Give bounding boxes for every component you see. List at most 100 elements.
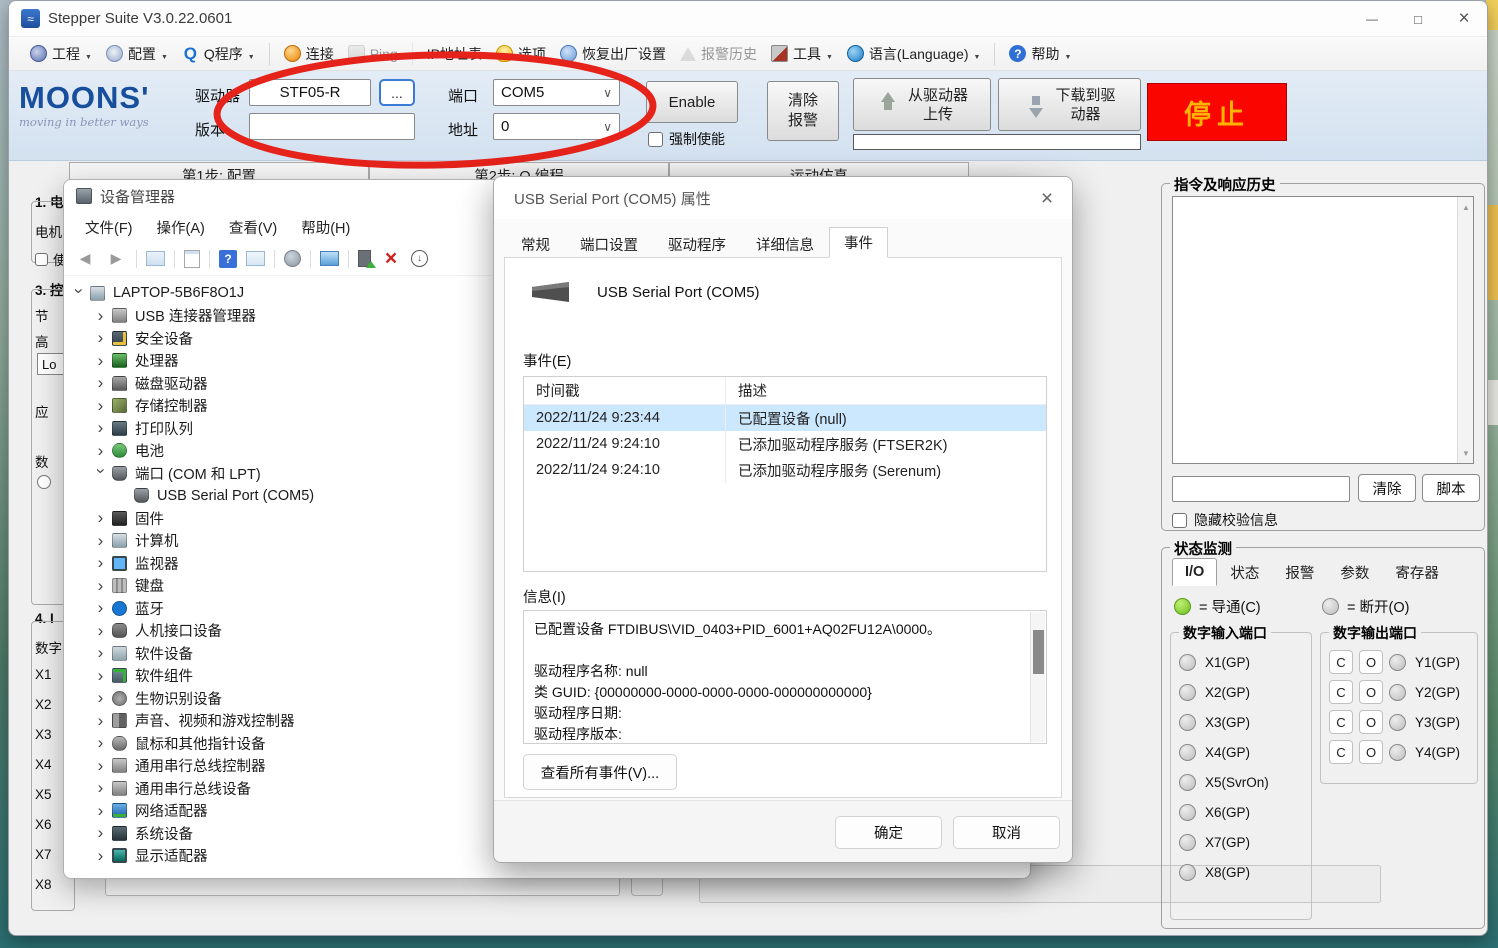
dialog-tab[interactable]: 端口设置 bbox=[565, 230, 653, 258]
expander-icon[interactable] bbox=[92, 621, 109, 641]
expander-icon[interactable] bbox=[92, 328, 109, 348]
add-driver-icon[interactable] bbox=[358, 250, 371, 267]
status-tab[interactable]: I/O bbox=[1172, 558, 1217, 586]
clear-history-button[interactable]: 清除 bbox=[1358, 474, 1416, 502]
command-input[interactable] bbox=[1172, 476, 1350, 502]
expander-icon[interactable] bbox=[92, 508, 109, 528]
scroll-up-icon[interactable] bbox=[1458, 199, 1474, 215]
enable-button[interactable]: Enable bbox=[646, 81, 738, 123]
dialog-close-icon[interactable] bbox=[1026, 181, 1068, 217]
toolbar-item[interactable]: IP地址表 bbox=[420, 40, 489, 68]
history-textarea[interactable] bbox=[1172, 196, 1474, 464]
expander-icon[interactable] bbox=[92, 418, 109, 438]
scan-hardware-icon[interactable] bbox=[320, 251, 339, 266]
navigate-window-icon[interactable] bbox=[146, 251, 165, 266]
menu-item[interactable]: 文件(F) bbox=[74, 214, 144, 241]
uninstall-device-icon[interactable] bbox=[380, 248, 402, 270]
properties-icon[interactable] bbox=[184, 250, 200, 268]
expander-icon[interactable] bbox=[92, 823, 109, 843]
expander-icon[interactable] bbox=[92, 463, 109, 483]
update-driver-icon[interactable] bbox=[284, 250, 301, 267]
separator[interactable] bbox=[310, 250, 311, 268]
separator[interactable] bbox=[174, 250, 175, 268]
expander-icon[interactable] bbox=[92, 711, 109, 731]
history-scrollbar[interactable] bbox=[1457, 197, 1473, 463]
expander-icon[interactable] bbox=[92, 441, 109, 461]
separator[interactable] bbox=[274, 250, 275, 268]
expander-icon[interactable] bbox=[92, 643, 109, 663]
toolbar-item[interactable]: Q程序 bbox=[175, 40, 277, 68]
close-output-button[interactable]: C bbox=[1329, 680, 1353, 704]
close-output-button[interactable]: C bbox=[1329, 710, 1353, 734]
expander-icon[interactable] bbox=[92, 396, 109, 416]
scrollbar-thumb[interactable] bbox=[1033, 630, 1044, 674]
version-field[interactable] bbox=[249, 113, 415, 140]
separator[interactable] bbox=[348, 250, 349, 268]
download-to-drive-button[interactable]: 下载到驱动器 bbox=[998, 78, 1141, 131]
open-output-button[interactable]: O bbox=[1359, 740, 1383, 764]
back-icon[interactable] bbox=[74, 248, 96, 270]
force-enable-checkbox[interactable] bbox=[648, 132, 663, 147]
event-row[interactable]: 2022/11/24 9:24:10 已添加驱动程序服务 (FTSER2K) bbox=[524, 431, 1046, 457]
info-scrollbar[interactable] bbox=[1030, 612, 1045, 742]
view-all-events-button[interactable]: 查看所有事件(V)... bbox=[523, 754, 677, 790]
expander-icon[interactable] bbox=[92, 553, 109, 573]
maximize-button[interactable] bbox=[1395, 1, 1441, 37]
status-tab[interactable]: 寄存器 bbox=[1382, 558, 1452, 586]
address-select[interactable]: 0 bbox=[493, 113, 620, 140]
expander-icon[interactable] bbox=[92, 351, 109, 371]
separator[interactable] bbox=[209, 250, 210, 268]
toolbar-item[interactable]: 工程 bbox=[23, 40, 99, 68]
dialog-tab[interactable]: 常规 bbox=[506, 230, 565, 258]
separator[interactable] bbox=[136, 250, 137, 268]
dialog-tab[interactable]: 详细信息 bbox=[741, 230, 829, 258]
expander-icon[interactable] bbox=[92, 846, 109, 866]
expander-icon[interactable] bbox=[92, 778, 109, 798]
expander-icon[interactable] bbox=[92, 531, 109, 551]
status-tab[interactable]: 报警 bbox=[1272, 558, 1327, 586]
toolbar-item[interactable]: 工具 bbox=[764, 40, 840, 68]
expander-icon[interactable] bbox=[92, 666, 109, 686]
forward-icon[interactable] bbox=[105, 248, 127, 270]
expander-icon[interactable] bbox=[92, 733, 109, 753]
expander-icon[interactable] bbox=[70, 283, 87, 303]
browse-driver-button[interactable]: ... bbox=[379, 79, 415, 106]
upload-from-drive-button[interactable]: 从驱动器上传 bbox=[853, 78, 991, 131]
expander-icon[interactable] bbox=[92, 688, 109, 708]
expander-icon[interactable] bbox=[92, 576, 109, 596]
close-output-button[interactable]: C bbox=[1329, 650, 1353, 674]
expander-icon[interactable] bbox=[92, 306, 109, 326]
menu-item[interactable]: 查看(V) bbox=[218, 214, 288, 241]
minimize-button[interactable] bbox=[1349, 1, 1395, 37]
cancel-button[interactable]: 取消 bbox=[953, 816, 1060, 849]
toolbar-item[interactable]: 帮助 bbox=[1002, 40, 1078, 68]
toolbar-item[interactable]: 恢复出厂设置 bbox=[553, 40, 673, 68]
toolbar-item[interactable]: 语言(Language) bbox=[840, 40, 1003, 68]
port-select[interactable]: COM5 bbox=[493, 79, 620, 106]
toolbar-item[interactable]: Ping bbox=[341, 40, 420, 68]
open-output-button[interactable]: O bbox=[1359, 680, 1383, 704]
menu-item[interactable]: 操作(A) bbox=[146, 214, 216, 241]
expander-icon[interactable] bbox=[92, 598, 109, 618]
clear-alarm-button[interactable]: 清除报警 bbox=[767, 81, 839, 141]
stop-button[interactable]: 停止 bbox=[1147, 83, 1287, 141]
open-output-button[interactable]: O bbox=[1359, 710, 1383, 734]
event-row[interactable]: 2022/11/24 9:23:44 已配置设备 (null) bbox=[524, 405, 1046, 431]
toolbar-item[interactable]: 报警历史 bbox=[673, 40, 764, 68]
toolbar-item[interactable]: 连接 bbox=[277, 40, 341, 68]
status-tab[interactable]: 状态 bbox=[1217, 558, 1272, 586]
help-icon[interactable] bbox=[219, 250, 237, 268]
toolbar-item[interactable]: 配置 bbox=[99, 40, 175, 68]
close-button[interactable] bbox=[1441, 1, 1487, 37]
expander-icon[interactable] bbox=[92, 373, 109, 393]
event-row[interactable]: 2022/11/24 9:24:10 已添加驱动程序服务 (Serenum) bbox=[524, 457, 1046, 483]
scroll-down-icon[interactable] bbox=[1458, 445, 1474, 461]
open-output-button[interactable]: O bbox=[1359, 650, 1383, 674]
status-tab[interactable]: 参数 bbox=[1327, 558, 1382, 586]
menu-item[interactable]: 帮助(H) bbox=[290, 214, 361, 241]
hide-checksum-checkbox[interactable] bbox=[1172, 513, 1187, 528]
dialog-tab[interactable]: 事件 bbox=[829, 227, 888, 258]
dialog-tab[interactable]: 驱动程序 bbox=[653, 230, 741, 258]
close-output-button[interactable]: C bbox=[1329, 740, 1353, 764]
expander-icon[interactable] bbox=[92, 756, 109, 776]
